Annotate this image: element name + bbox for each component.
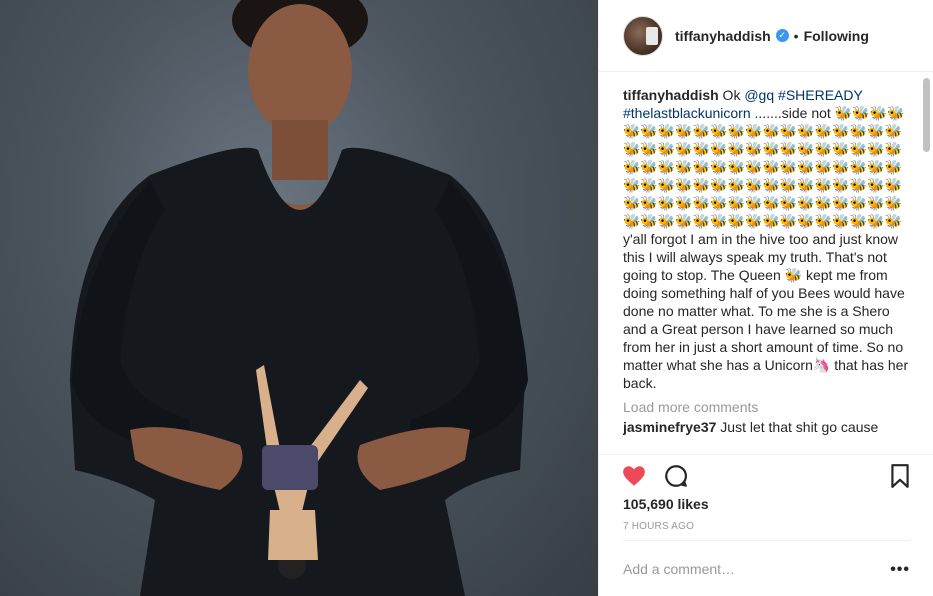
load-more-comments-button[interactable]: Load more comments [623,398,913,416]
post-timestamp[interactable]: 7 HOURS AGO [623,521,694,532]
mention-link[interactable]: @gq [744,87,774,103]
bookmark-icon[interactable] [887,463,913,489]
hashtag-link-sheready[interactable]: #SHEREADY [778,87,863,103]
caption-text-1: Ok [718,87,745,103]
comments-list[interactable]: tiffanyhaddish Ok @gq #SHEREADY #thelast… [623,86,913,454]
comment-text: Just let that shit go cause [716,419,879,435]
bee-emojis: 🐝🐝🐝🐝🐝🐝🐝🐝🐝🐝🐝🐝🐝🐝🐝🐝🐝🐝🐝🐝🐝🐝🐝🐝🐝🐝🐝🐝🐝🐝🐝🐝🐝🐝🐝🐝🐝🐝🐝🐝… [623,105,905,229]
comment-item: jasminefrye37 Just let that shit go caus… [623,418,913,436]
separator-dot: • [793,27,799,44]
avatar[interactable] [623,15,663,56]
caption: tiffanyhaddish Ok @gq #SHEREADY #thelast… [623,86,913,392]
post-photo[interactable] [0,0,598,596]
post-sidebar: tiffanyhaddish ✓ • Following tiffanyhadd… [598,0,933,596]
more-icon[interactable]: ••• [890,561,910,579]
following-button[interactable]: Following [804,28,869,44]
post-image [70,0,528,596]
caption-username[interactable]: tiffanyhaddish [623,87,719,103]
add-comment-section: ••• [623,540,910,596]
post-header: tiffanyhaddish ✓ • Following [599,0,933,72]
likes-count[interactable]: 105,690 likes [623,496,709,512]
comment-username[interactable]: jasminefrye37 [623,419,716,435]
comment-icon[interactable] [663,463,689,489]
header-username[interactable]: tiffanyhaddish [675,28,771,44]
caption-text-5: y'all forgot I am in the hive too and ju… [623,231,909,391]
verified-icon: ✓ [775,29,789,42]
heart-icon[interactable] [621,463,647,489]
comment-input[interactable] [623,560,873,577]
hashtag-link-unicorn[interactable]: #thelastblackunicorn [623,105,751,121]
caption-text-4: .......side not [750,105,835,121]
comments-scrollbar[interactable] [923,78,930,152]
action-bar [599,454,933,496]
